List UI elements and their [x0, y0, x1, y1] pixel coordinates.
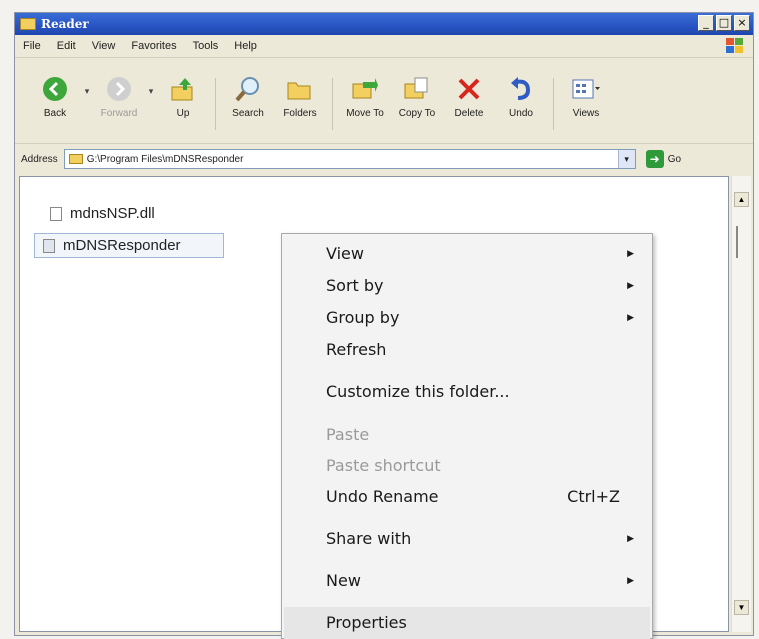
menu-item-view[interactable]: View ▶: [326, 241, 642, 267]
minimize-button[interactable]: _: [698, 15, 714, 31]
menu-item-label: Paste: [326, 425, 370, 444]
delete-button[interactable]: Delete: [443, 74, 495, 119]
menu-item-label: Refresh: [326, 340, 387, 359]
search-label: Search: [232, 108, 264, 119]
menu-edit[interactable]: Edit: [57, 40, 76, 52]
back-label: Back: [43, 108, 67, 119]
menu-bar: File Edit View Favorites Tools Help: [15, 35, 753, 58]
delete-label: Delete: [454, 108, 484, 119]
dll-file-icon: [50, 206, 62, 221]
views-label: Views: [572, 108, 600, 119]
menu-item-label: Group by: [326, 308, 400, 327]
folders-label: Folders: [283, 108, 317, 119]
forward-label: Forward: [100, 108, 138, 119]
menu-item-share-with[interactable]: Share with ▶: [326, 526, 642, 552]
toolbar-separator: [215, 78, 216, 130]
up-label: Up: [176, 108, 190, 119]
title-bar[interactable]: Reader _ □ ×: [15, 13, 753, 35]
search-button[interactable]: Search: [222, 74, 274, 119]
menu-item-label: View: [326, 244, 364, 263]
back-arrow-icon: [43, 77, 67, 101]
views-icon: [572, 79, 600, 99]
delete-x-icon: [458, 78, 480, 100]
address-folder-icon: [68, 154, 83, 164]
address-bar: Address G:\Program Files\mDNSResponder ▾…: [15, 144, 753, 174]
copy-to-label: Copy To: [398, 108, 436, 119]
menu-item-label: Share with: [326, 529, 412, 548]
menu-tools[interactable]: Tools: [193, 40, 219, 52]
close-button[interactable]: ×: [734, 15, 750, 31]
menu-file[interactable]: File: [23, 40, 41, 52]
submenu-arrow-icon: ▶: [627, 534, 634, 544]
exe-file-icon: [43, 238, 55, 253]
toolbar-separator: [553, 78, 554, 130]
go-button[interactable]: ➜ Go: [645, 150, 682, 168]
menu-item-new[interactable]: New ▶: [326, 568, 642, 594]
windows-logo-icon: [726, 38, 743, 53]
toolbar-separator: [332, 78, 333, 130]
menu-item-label: Undo Rename: [326, 487, 439, 506]
menu-item-paste-shortcut[interactable]: Paste shortcut: [326, 453, 642, 479]
menu-view[interactable]: View: [92, 40, 116, 52]
menu-item-properties[interactable]: Properties: [326, 610, 642, 636]
toolbar: Back ▾ Forward ▾ Up Search Folders Move …: [15, 58, 753, 144]
address-value: G:\Program Files\mDNSResponder: [86, 153, 244, 165]
menu-item-group-by[interactable]: Group by ▶: [326, 305, 642, 331]
undo-icon: [511, 77, 531, 100]
file-name: mdnsNSP.dll: [70, 205, 155, 222]
address-input[interactable]: G:\Program Files\mDNSResponder ▾: [63, 149, 636, 169]
up-button[interactable]: Up: [157, 74, 209, 119]
folders-button[interactable]: Folders: [274, 74, 326, 119]
scroll-down-icon[interactable]: ▼: [734, 600, 749, 615]
move-to-label: Move To: [346, 108, 384, 119]
move-to-button[interactable]: Move To: [339, 74, 391, 119]
folder-icon: [20, 18, 36, 30]
scroll-up-icon[interactable]: ▲: [734, 192, 749, 207]
forward-dropdown-icon[interactable]: ▾: [145, 86, 157, 97]
forward-button[interactable]: Forward: [93, 74, 145, 119]
maximize-button[interactable]: □: [716, 15, 732, 31]
menu-item-label: Paste shortcut: [326, 456, 441, 475]
copy-to-button[interactable]: Copy To: [391, 74, 443, 119]
back-button[interactable]: Back: [29, 74, 81, 119]
address-dropdown-icon[interactable]: ▾: [617, 150, 635, 168]
submenu-arrow-icon: ▶: [627, 576, 634, 586]
undo-label: Undo: [509, 108, 533, 119]
folders-icon: [287, 82, 311, 100]
menu-item-label: Sort by: [326, 276, 384, 295]
menu-favorites[interactable]: Favorites: [131, 40, 176, 52]
menu-item-label: New: [326, 571, 361, 590]
menu-item-customize-folder[interactable]: Customize this folder...: [326, 379, 642, 405]
scroll-thumb[interactable]: [736, 226, 746, 258]
submenu-arrow-icon: ▶: [627, 313, 634, 323]
vertical-scrollbar[interactable]: ▲ ▼: [731, 176, 751, 632]
submenu-arrow-icon: ▶: [627, 249, 634, 259]
menu-item-sort-by[interactable]: Sort by ▶: [326, 273, 642, 299]
menu-item-label: Properties: [326, 613, 407, 632]
back-dropdown-icon[interactable]: ▾: [81, 86, 93, 97]
up-folder-icon: [171, 78, 193, 101]
list-item[interactable]: mdnsNSP.dll: [50, 205, 155, 222]
shortcut-label: Ctrl+Z: [567, 487, 620, 506]
undo-button[interactable]: Undo: [495, 74, 547, 119]
go-arrow-icon: ➜: [645, 150, 664, 168]
views-button[interactable]: Views: [560, 74, 612, 119]
copy-to-icon: [404, 77, 428, 99]
forward-arrow-icon: [107, 77, 131, 101]
window-controls: _ □ ×: [698, 15, 750, 31]
menu-help[interactable]: Help: [234, 40, 257, 52]
list-item-selected[interactable]: mDNSResponder: [34, 233, 224, 258]
move-to-icon: [352, 78, 378, 99]
file-name: mDNSResponder: [63, 237, 181, 254]
submenu-arrow-icon: ▶: [627, 281, 634, 291]
go-label: Go: [667, 153, 682, 165]
context-menu: View ▶ Sort by ▶ Group by ▶ Refresh Cust…: [281, 233, 653, 639]
menu-item-undo-rename[interactable]: Undo Rename Ctrl+Z: [326, 484, 642, 510]
search-icon: [235, 77, 259, 102]
menu-item-refresh[interactable]: Refresh: [326, 337, 642, 363]
menu-item-label: Customize this folder...: [326, 382, 510, 401]
address-label: Address: [21, 153, 58, 165]
menu-item-paste[interactable]: Paste: [326, 422, 642, 448]
window-title: Reader: [41, 17, 89, 31]
